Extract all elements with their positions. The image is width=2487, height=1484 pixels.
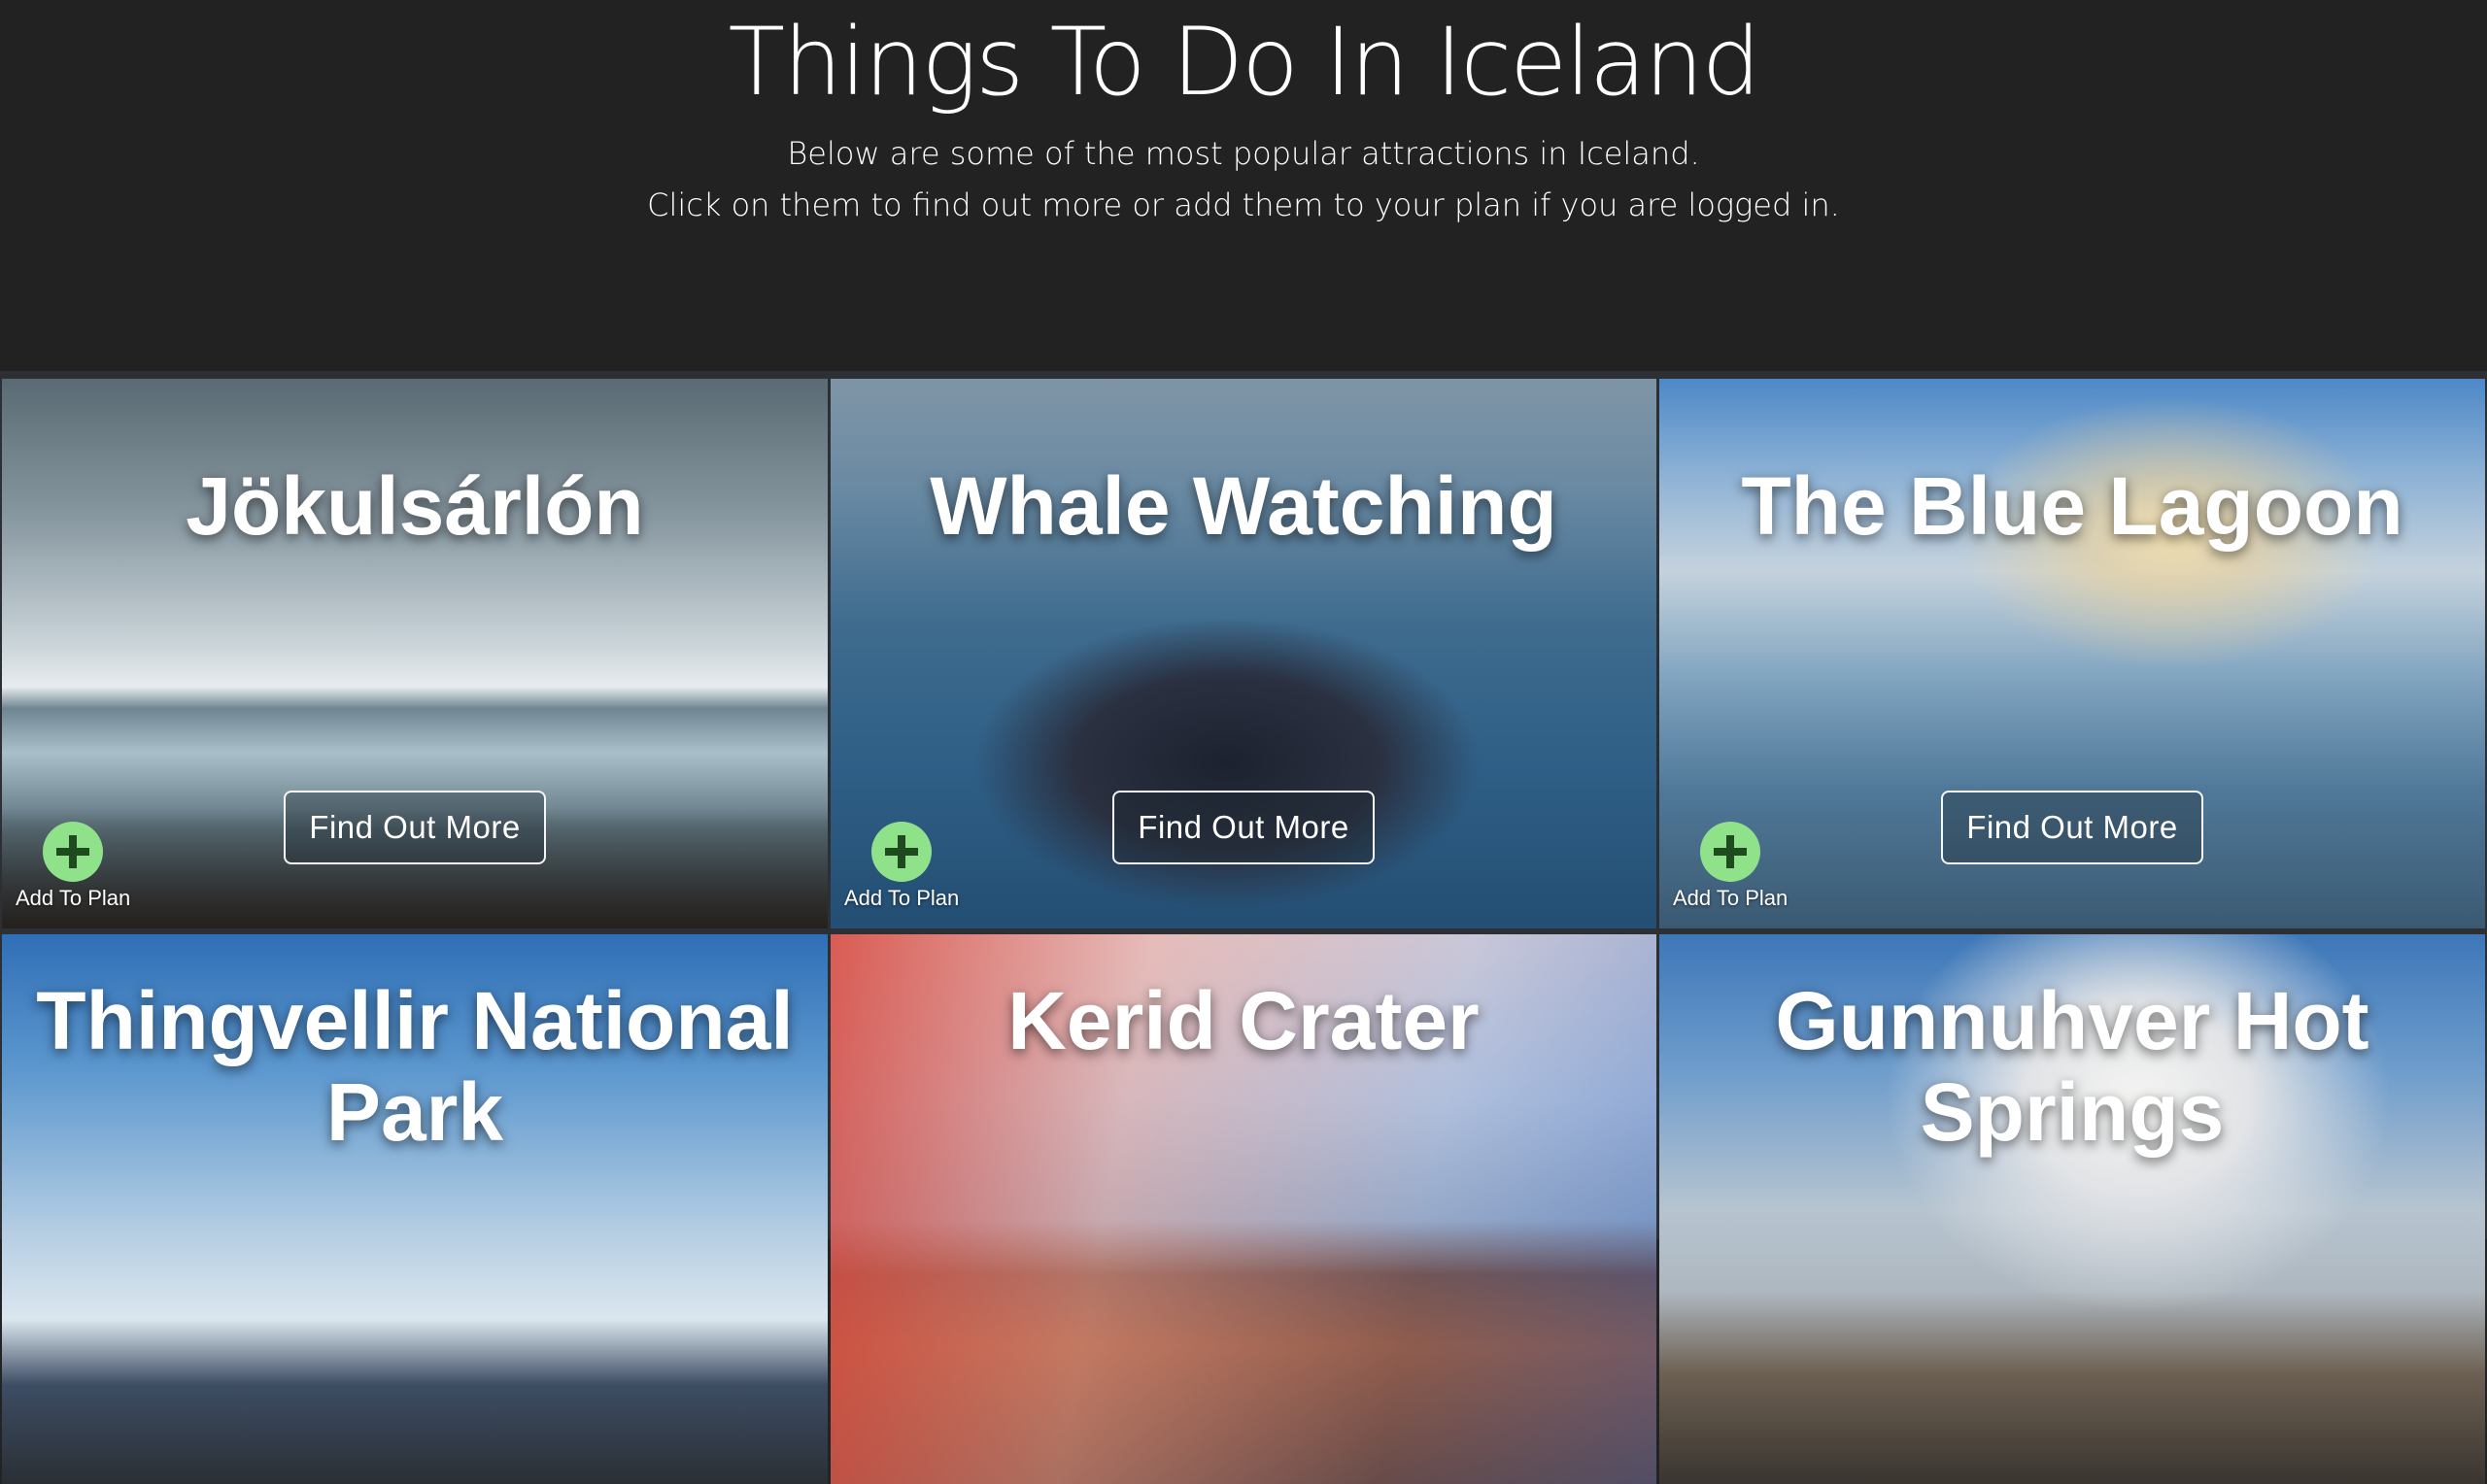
attraction-title: Jökulsárlón: [186, 460, 644, 552]
find-out-more-button[interactable]: Find Out More: [1941, 791, 2203, 864]
attraction-card-whale-watching[interactable]: Whale Watching Find Out More Add To Plan: [831, 379, 1656, 928]
page-header: Things To Do In Iceland Below are some o…: [0, 0, 2487, 371]
attraction-title: Kerid Crater: [1007, 975, 1480, 1066]
attraction-card-thingvellir[interactable]: Thingvellir National Park: [2, 934, 828, 1484]
plus-circle-icon[interactable]: [43, 822, 103, 882]
attraction-title: Whale Watching: [930, 460, 1557, 552]
add-to-plan-button[interactable]: Add To Plan: [16, 822, 142, 919]
find-out-more-button[interactable]: Find Out More: [284, 791, 546, 864]
page-subtitle-line-2: Click on them to find out more or add th…: [647, 186, 1840, 223]
add-to-plan-label: Add To Plan: [844, 886, 960, 910]
attraction-card-blue-lagoon[interactable]: The Blue Lagoon Find Out More Add To Pla…: [1659, 379, 2485, 928]
add-to-plan-button[interactable]: Add To Plan: [1673, 822, 1799, 919]
attraction-title: Thingvellir National Park: [36, 975, 794, 1158]
plus-circle-icon[interactable]: [1700, 822, 1760, 882]
page-subtitle-line-1: Below are some of the most popular attra…: [787, 135, 1700, 172]
plus-circle-icon[interactable]: [871, 822, 932, 882]
find-out-more-button[interactable]: Find Out More: [1112, 791, 1375, 864]
add-to-plan-label: Add To Plan: [16, 886, 131, 910]
add-to-plan-label: Add To Plan: [1673, 886, 1789, 910]
add-to-plan-button[interactable]: Add To Plan: [844, 822, 971, 919]
page-title: Things To Do In Iceland: [728, 8, 1761, 117]
attraction-title: Gunnuhver Hot Springs: [1775, 975, 2369, 1158]
attraction-title: The Blue Lagoon: [1741, 460, 2403, 552]
attraction-card-jokulsarlon[interactable]: Jökulsárlón Find Out More Add To Plan: [2, 379, 828, 928]
attraction-card-gunnuhver[interactable]: Gunnuhver Hot Springs: [1659, 934, 2485, 1484]
attraction-card-kerid-crater[interactable]: Kerid Crater: [831, 934, 1656, 1484]
attractions-grid: Jökulsárlón Find Out More Add To Plan Wh…: [0, 371, 2487, 1484]
